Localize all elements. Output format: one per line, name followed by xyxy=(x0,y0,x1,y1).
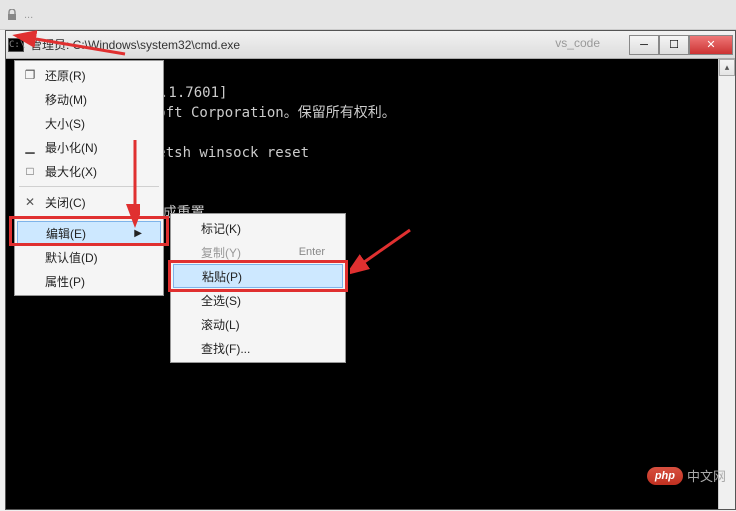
menu-size[interactable]: 大小(S) xyxy=(17,111,161,135)
submenu-scroll[interactable]: 滚动(L) xyxy=(173,312,343,336)
menu-label: 编辑(E) xyxy=(46,225,86,242)
menu-label: 滚动(L) xyxy=(201,316,240,333)
watermark-text: 中文网 xyxy=(687,466,726,485)
menu-close[interactable]: ✕ 关闭(C) xyxy=(17,190,161,214)
lock-icon xyxy=(6,9,18,21)
menu-separator xyxy=(19,217,159,218)
maximize-button[interactable]: ☐ xyxy=(659,35,689,55)
menu-move[interactable]: 移动(M) xyxy=(17,87,161,111)
menu-label: 最小化(N) xyxy=(45,139,98,156)
url-fragment: ... xyxy=(24,9,736,21)
bg-app-text: vs_code xyxy=(555,36,600,50)
close-icon: ✕ xyxy=(23,195,37,209)
menu-minimize[interactable]: ▁ 最小化(N) xyxy=(17,135,161,159)
menu-maximize[interactable]: □ 最大化(X) xyxy=(17,159,161,183)
menu-label: 最大化(X) xyxy=(45,163,97,180)
submenu-paste[interactable]: 粘贴(P) xyxy=(173,264,343,288)
system-menu: ❐ 还原(R) 移动(M) 大小(S) ▁ 最小化(N) □ 最大化(X) ✕ … xyxy=(14,60,164,296)
menu-shortcut: Enter xyxy=(299,246,325,258)
menu-properties[interactable]: 属性(P) xyxy=(17,269,161,293)
window-title: 管理员: C:\Windows\system32\cmd.exe xyxy=(30,36,240,53)
edit-submenu: 标记(K) 复制(Y) Enter 粘贴(P) 全选(S) 滚动(L) 查找(F… xyxy=(170,213,346,363)
minimize-icon: ▁ xyxy=(23,140,37,154)
menu-label: 查找(F)... xyxy=(201,340,250,357)
menu-label: 复制(Y) xyxy=(201,244,241,261)
menu-label: 移动(M) xyxy=(45,91,87,108)
menu-label: 标记(K) xyxy=(201,220,241,237)
titlebar[interactable]: C:\ 管理员: C:\Windows\system32\cmd.exe vs_… xyxy=(6,31,735,59)
minimize-button[interactable]: ─ xyxy=(629,35,659,55)
restore-icon: ❐ xyxy=(23,68,37,82)
menu-restore[interactable]: ❐ 还原(R) xyxy=(17,63,161,87)
menu-default[interactable]: 默认值(D) xyxy=(17,245,161,269)
submenu-arrow-icon: ▶ xyxy=(134,228,142,239)
menu-label: 大小(S) xyxy=(45,115,85,132)
menu-edit[interactable]: 编辑(E) ▶ xyxy=(17,221,161,245)
browser-tab-strip: ... xyxy=(0,0,736,30)
menu-label: 粘贴(P) xyxy=(202,268,242,285)
menu-label: 默认值(D) xyxy=(45,249,98,266)
scroll-up-button[interactable]: ▴ xyxy=(719,59,735,76)
submenu-copy: 复制(Y) Enter xyxy=(173,240,343,264)
submenu-selectall[interactable]: 全选(S) xyxy=(173,288,343,312)
cmd-icon[interactable]: C:\ xyxy=(8,38,24,52)
menu-label: 属性(P) xyxy=(45,273,85,290)
menu-label: 关闭(C) xyxy=(45,194,86,211)
vertical-scrollbar[interactable]: ▴ xyxy=(718,59,735,509)
menu-label: 还原(R) xyxy=(45,67,86,84)
menu-label: 全选(S) xyxy=(201,292,241,309)
submenu-mark[interactable]: 标记(K) xyxy=(173,216,343,240)
close-button[interactable]: ✕ xyxy=(689,35,733,55)
php-badge: php xyxy=(647,467,683,485)
window-controls: ─ ☐ ✕ xyxy=(629,35,733,55)
menu-separator xyxy=(19,186,159,187)
watermark: php 中文网 xyxy=(647,466,726,485)
maximize-icon: □ xyxy=(23,164,37,178)
submenu-find[interactable]: 查找(F)... xyxy=(173,336,343,360)
